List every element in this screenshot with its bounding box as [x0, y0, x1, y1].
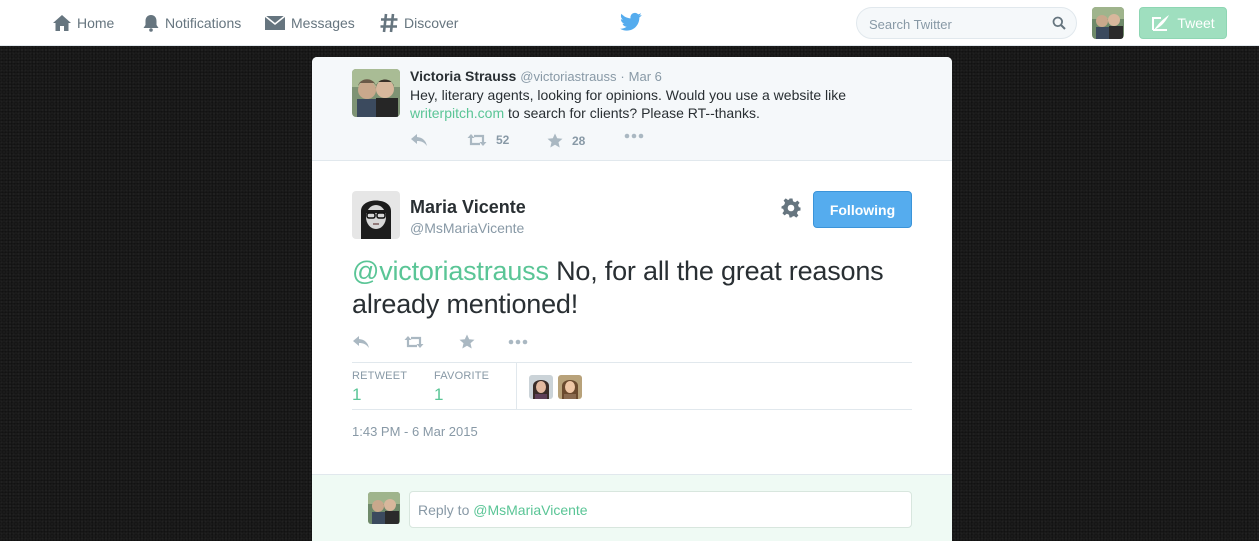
tweet-timestamp[interactable]: 1:43 PM - 6 Mar 2015 — [352, 424, 478, 439]
nav-messages[interactable]: Messages — [264, 0, 355, 46]
parent-author-name[interactable]: Victoria Strauss — [410, 68, 516, 84]
tweet-stats: RETWEET 1 FAVORITE 1 — [352, 362, 912, 410]
stats-divider — [516, 363, 517, 409]
retweet-button[interactable] — [404, 335, 433, 349]
nav-discover-label: Discover — [404, 15, 459, 31]
retweeter-avatar[interactable] — [529, 375, 553, 399]
star-icon — [547, 133, 563, 148]
compose-quill-icon — [1152, 15, 1170, 31]
parent-tweet-date[interactable]: Mar 6 — [629, 69, 662, 84]
twitter-bird-logo[interactable] — [620, 12, 642, 37]
nav-home-label: Home — [77, 15, 115, 31]
retweet-stat-label: RETWEET — [352, 370, 408, 382]
nav-notifications[interactable]: Notifications — [142, 0, 241, 46]
following-button[interactable]: Following — [813, 191, 912, 228]
writerpitch-link[interactable]: writerpitch.com — [410, 105, 504, 121]
parent-tweet-header: Victoria Strauss @victoriastrauss · Mar … — [410, 68, 662, 84]
avatar-image — [529, 375, 553, 399]
parent-tweet-text: Hey, literary agents, looking for opinio… — [410, 86, 880, 122]
retweet-stat-count: 1 — [352, 385, 362, 404]
user-actions-gear[interactable] — [781, 198, 801, 223]
home-icon — [53, 15, 71, 31]
avatar-image — [352, 191, 400, 239]
envelope-icon — [264, 15, 286, 30]
nav-messages-label: Messages — [291, 15, 355, 31]
favorite-stat[interactable]: FAVORITE 1 — [434, 370, 489, 405]
compose-tweet-button[interactable]: Tweet — [1139, 7, 1227, 39]
twitter-bird-icon — [620, 12, 642, 31]
retweet-stat[interactable]: RETWEET 1 — [352, 370, 407, 405]
more-dots-icon — [508, 339, 528, 345]
tweet-actions — [352, 334, 652, 352]
avatar-image — [352, 69, 400, 117]
avatar-image — [558, 375, 582, 399]
reply-input[interactable]: Reply to @MsMariaVicente — [409, 491, 912, 528]
parent-text-part2: to search for clients? Please RT--thanks… — [508, 105, 760, 121]
search-icon[interactable] — [1052, 16, 1066, 30]
parent-reply-button[interactable] — [410, 133, 437, 147]
avatar-image — [368, 492, 400, 524]
account-avatar[interactable] — [1092, 7, 1124, 39]
reply-icon — [353, 336, 369, 348]
parent-more-button[interactable] — [624, 133, 653, 139]
avatar-image — [1092, 7, 1124, 39]
favorite-stat-label: FAVORITE — [434, 370, 490, 382]
favorite-stat-count: 1 — [434, 385, 444, 404]
reply-icon — [411, 134, 427, 146]
favorite-button[interactable] — [459, 334, 484, 349]
reply-button[interactable] — [352, 335, 379, 349]
parent-text-part1: Hey, literary agents, looking for opinio… — [410, 87, 847, 103]
more-dots-icon — [624, 133, 644, 139]
parent-retweet-count: 52 — [496, 133, 510, 147]
parent-tweet-actions: 52 28 — [410, 133, 810, 149]
top-navigation-bar: Home Notifications Messages Discover Sea… — [0, 0, 1259, 46]
search-box[interactable] — [856, 7, 1077, 39]
reply-mention: @MsMariaVicente — [473, 502, 588, 518]
favoriter-avatar[interactable] — [558, 375, 582, 399]
tweet-button-label: Tweet — [1177, 15, 1215, 31]
hashtag-icon — [380, 13, 398, 33]
parent-favorite-button[interactable]: 28 — [547, 133, 585, 148]
retweet-icon — [404, 336, 424, 348]
reply-area: Reply to @MsMariaVicente — [312, 474, 952, 541]
parent-retweet-button[interactable]: 52 — [467, 133, 509, 147]
separator-dot: · — [620, 69, 625, 84]
more-button[interactable] — [508, 339, 537, 345]
retweet-icon — [467, 134, 487, 146]
parent-author-handle[interactable]: @victoriastrauss — [520, 69, 616, 84]
parent-tweet[interactable]: Victoria Strauss @victoriastrauss · Mar … — [312, 57, 952, 161]
nav-notifications-label: Notifications — [165, 15, 242, 31]
parent-favorite-count: 28 — [572, 133, 586, 148]
star-icon — [459, 334, 475, 349]
my-avatar — [368, 492, 400, 524]
reply-prefix: Reply to — [418, 502, 470, 518]
author-avatar[interactable] — [352, 191, 400, 239]
nav-home[interactable]: Home — [52, 0, 114, 46]
nav-discover[interactable]: Discover — [379, 0, 458, 46]
author-handle[interactable]: @MsMariaVicente — [410, 220, 524, 236]
bell-icon — [143, 15, 159, 32]
search-input[interactable] — [869, 15, 1049, 33]
gear-icon — [781, 198, 801, 218]
parent-author-avatar[interactable] — [352, 69, 400, 117]
tweet-text: @victoriastrauss No, for all the great r… — [352, 255, 912, 321]
author-name[interactable]: Maria Vicente — [410, 197, 526, 218]
mention-link[interactable]: @victoriastrauss — [352, 256, 549, 286]
tweet-permalink-card: Victoria Strauss @victoriastrauss · Mar … — [312, 57, 952, 541]
